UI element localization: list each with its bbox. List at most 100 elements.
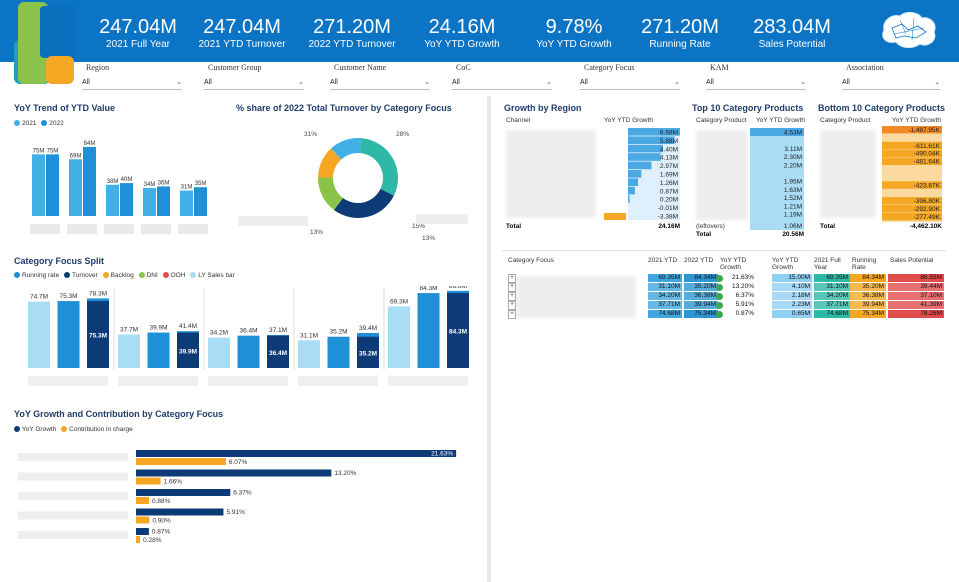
filter-value: All (452, 79, 460, 86)
matrix-cell: 37.71M (648, 301, 682, 309)
kpi-value: 24.16M (428, 16, 496, 38)
split-category-redacted (298, 376, 378, 386)
split-chart: 74.7M 75.3M 78.3M 75.3M 37.7M 39.9M 41.4M 39.9M… (28, 286, 469, 386)
filter-select[interactable]: All ⌄ (204, 76, 304, 90)
bottom10-col-growth: YoY YTD Growth (892, 117, 942, 124)
split-inner-label: 84.3M (449, 329, 467, 336)
gc-category-redacted (18, 453, 128, 461)
legend-item: Contribution in charge (61, 426, 133, 433)
legend-label: Turnover (72, 272, 98, 279)
yoy-bar (120, 183, 133, 216)
status-indicator-icon (716, 292, 723, 300)
filter-select[interactable]: All ⌄ (580, 76, 680, 90)
top10-value: 1.63M (784, 187, 802, 194)
matrix-cell: 37.71M (814, 301, 850, 309)
split-bar-label: 37.1M (269, 327, 287, 334)
expand-row-icon[interactable]: + (508, 274, 516, 283)
yoy-bar (157, 186, 170, 216)
legend-label: OOH (170, 272, 186, 279)
filter-label: Category Focus (584, 63, 635, 72)
filter-select[interactable]: All ⌄ (330, 76, 430, 90)
expand-row-icon[interactable]: + (508, 301, 516, 310)
chevron-down-icon: ⌄ (424, 79, 430, 86)
matrix-cell: 84.34M (850, 274, 886, 282)
yoy-category-redacted (141, 224, 171, 234)
filter-association[interactable]: Association All ⌄ (842, 62, 944, 92)
filter-select[interactable]: All ⌄ (452, 76, 552, 90)
region-bar (628, 195, 630, 203)
logo-blue-block (40, 6, 76, 58)
region-value: -0.01M (658, 205, 678, 212)
region-value: 6.58M (660, 130, 678, 137)
filter-customer-group[interactable]: Customer Group All ⌄ (204, 62, 308, 92)
yoy-bar-label: 84M (84, 141, 96, 147)
chevron-down-icon: ⌄ (546, 79, 552, 86)
split-bar-label: 39.4M (359, 325, 377, 332)
region-value: 0.20M (660, 197, 678, 204)
region-bar (628, 178, 638, 186)
filter-coc[interactable]: CoC All ⌄ (452, 62, 556, 92)
filter-customer-name[interactable]: Customer Name All ⌄ (330, 62, 434, 92)
yoy-trend-chart: 75M 75M 69M84M 38M 40M 34M 36M 31M35M (30, 141, 208, 234)
growth-contrib-title: YoY Growth and Contribution by Category … (14, 409, 224, 419)
kpi-label: Running Rate (649, 39, 711, 50)
filter-select[interactable]: All ⌄ (842, 76, 940, 90)
yoy-category-redacted (178, 224, 208, 234)
split-category-redacted (118, 376, 198, 386)
region-growth-table: 6.58M5.88M4.40M 4.13M2.97M 1.69M1.26M0.87M… (604, 128, 680, 221)
matrix-cell: 39.94M (850, 301, 886, 309)
kpi-yoy-growth-pct: 9.78% YoY YTD Growth (524, 16, 624, 52)
gc-yoy-label: 6.37% (233, 490, 252, 497)
kpi-sales-potential: 283.04M Sales Potential (740, 16, 844, 52)
filter-value: All (842, 79, 850, 86)
matrix-cell: 39.44M (888, 283, 944, 291)
expand-row-icon[interactable]: + (508, 283, 516, 292)
gc-yoy-label: 21.63% (431, 451, 453, 458)
filter-category-focus[interactable]: Category Focus All ⌄ (580, 62, 684, 92)
split-bar-label: 37.7M (120, 326, 138, 333)
matrix-cell: 78.26M (888, 310, 944, 318)
donut-legend-redacted (416, 214, 468, 224)
matrix-cell: 21.63% (692, 274, 772, 282)
matrix-cell: 34.20M (814, 292, 850, 300)
filter-select[interactable]: All ⌄ (706, 76, 806, 90)
yoy-bar-label: 34M (144, 182, 156, 188)
region-names-redacted (506, 130, 596, 218)
top10-col-product: Category Product (696, 117, 747, 124)
kpi-label: 2021 YTD Turnover (198, 39, 286, 50)
legend-item: 2021 (14, 120, 36, 127)
region-value: 2.97M (660, 163, 678, 170)
yoy-bar-label: 75M (47, 148, 59, 154)
split-bar (388, 306, 410, 368)
region-total-value: 24.16M (658, 223, 680, 230)
donut-slice (359, 138, 398, 196)
region-bar (628, 186, 635, 195)
kpi-2021-full-year: 247.04M 2021 Full Year (88, 16, 188, 52)
kpi-value: 283.04M (753, 16, 831, 38)
gc-yoy-bar (136, 508, 224, 516)
legend-item: OOH (162, 272, 186, 279)
gc-yoy-bar (136, 528, 149, 535)
donut-label: 31% (304, 131, 317, 138)
top10-value: 1.21M (784, 203, 802, 210)
expand-row-icon[interactable]: + (508, 292, 516, 301)
donut-label: 28% (396, 131, 409, 138)
split-bar (57, 301, 80, 368)
top10-col-growth: YoY YTD Growth (756, 117, 806, 124)
split-category-redacted (388, 376, 468, 386)
status-indicator-icon (716, 274, 723, 282)
yoy-bar-label: 36M (158, 180, 170, 186)
filter-kam[interactable]: KAM All ⌄ (706, 62, 810, 92)
yoy-bar-label: 31M (181, 185, 193, 191)
chevron-down-icon: ⌄ (934, 79, 940, 86)
kpi-yoy-growth-value: 24.16M YoY YTD Growth (414, 16, 510, 52)
filter-region[interactable]: Region All ⌄ (82, 62, 186, 92)
expand-row-icon[interactable]: + (508, 310, 516, 319)
matrix-header-2021-full: 2021 Full Year (814, 257, 841, 271)
top10-title: Top 10 Category Products (692, 103, 804, 113)
filter-select[interactable]: All ⌄ (82, 76, 182, 90)
matrix-header-yoy-val: YoY YTD Growth (772, 257, 799, 271)
yoy-bar (32, 154, 45, 216)
chevron-down-icon: ⌄ (298, 79, 304, 86)
chevron-down-icon: ⌄ (674, 79, 680, 86)
